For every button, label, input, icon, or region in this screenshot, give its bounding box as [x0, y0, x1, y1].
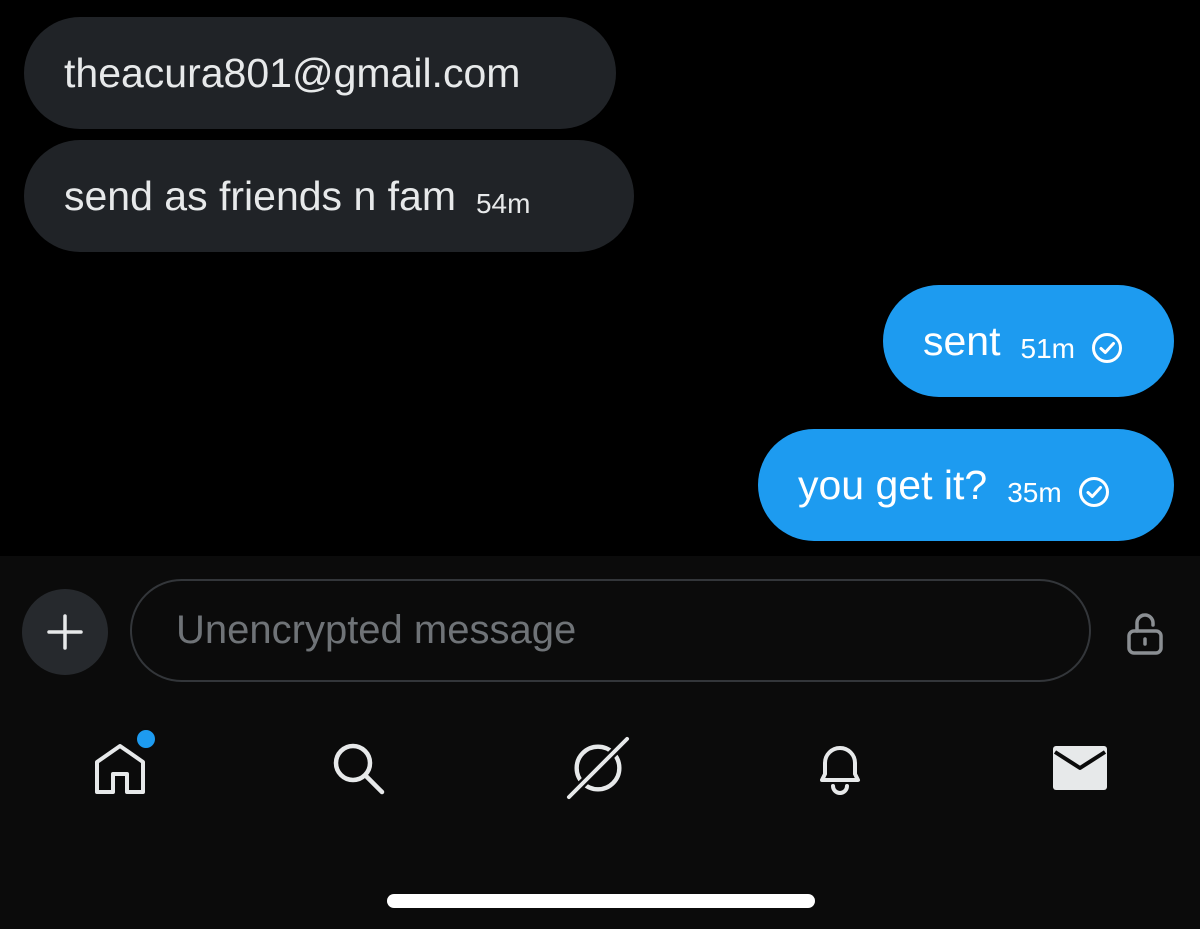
notification-dot [135, 728, 157, 750]
unlocked-padlock-icon [1127, 613, 1163, 655]
tab-notifications[interactable] [808, 736, 872, 800]
message-text: send as friends n fam [64, 172, 456, 219]
message-text: sent [923, 317, 1001, 364]
home-indicator[interactable] [387, 894, 815, 908]
message-text: you get it? [798, 461, 988, 508]
tab-messages[interactable] [1048, 736, 1112, 800]
search-icon [333, 743, 385, 795]
tab-home[interactable] [88, 728, 157, 800]
bell-icon [820, 746, 860, 795]
message-bubble-outgoing[interactable]: sent 51m [883, 285, 1174, 397]
message-bubble-outgoing[interactable]: you get it? 35m [758, 429, 1174, 541]
message-input[interactable] [176, 581, 1056, 680]
message-text: theacura801@gmail.com [64, 49, 521, 96]
message-timestamp: 35m [1007, 477, 1062, 508]
bottom-panel [0, 556, 1200, 929]
check-circle-icon [1078, 477, 1109, 507]
message-timestamp: 51m [1020, 333, 1075, 364]
add-attachment-button[interactable] [22, 589, 108, 675]
message-bubble-incoming[interactable]: send as friends n fam 54m [24, 140, 634, 252]
check-circle-icon [1091, 333, 1122, 363]
plus-icon [47, 614, 83, 650]
envelope-icon [1053, 746, 1107, 790]
message-thread: theacura801@gmail.com send as friends n … [0, 0, 1200, 556]
tab-grok[interactable] [566, 735, 630, 801]
grok-icon [566, 735, 630, 801]
encryption-toggle-button[interactable] [1120, 608, 1170, 658]
message-timestamp: 54m [475, 188, 531, 219]
message-bubble-incoming[interactable]: theacura801@gmail.com [24, 17, 616, 129]
tab-search[interactable] [326, 736, 390, 800]
message-composer [130, 579, 1091, 682]
